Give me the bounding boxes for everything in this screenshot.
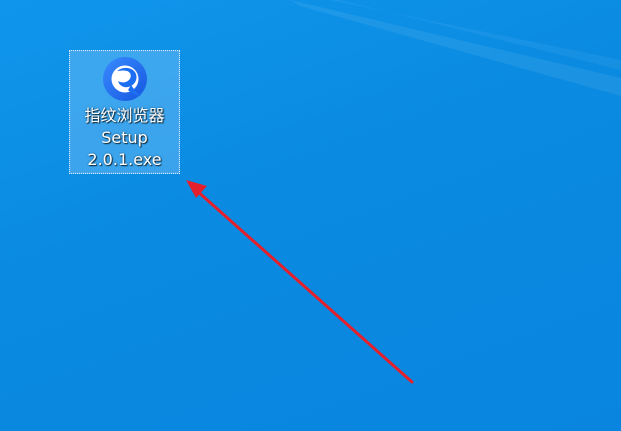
desktop[interactable]: 指纹浏览器 Setup 2.0.1.exe — [0, 0, 621, 431]
desktop-icon-fingerprint-browser-setup[interactable]: 指纹浏览器 Setup 2.0.1.exe — [69, 50, 180, 174]
icon-label-line-3: 2.0.1.exe — [87, 150, 162, 169]
icon-label-line-1: 指纹浏览器 — [84, 106, 165, 125]
desktop-icon-label: 指纹浏览器 Setup 2.0.1.exe — [70, 105, 179, 171]
icon-label-line-2: Setup — [101, 128, 148, 147]
fingerprint-browser-app-icon — [103, 57, 147, 101]
